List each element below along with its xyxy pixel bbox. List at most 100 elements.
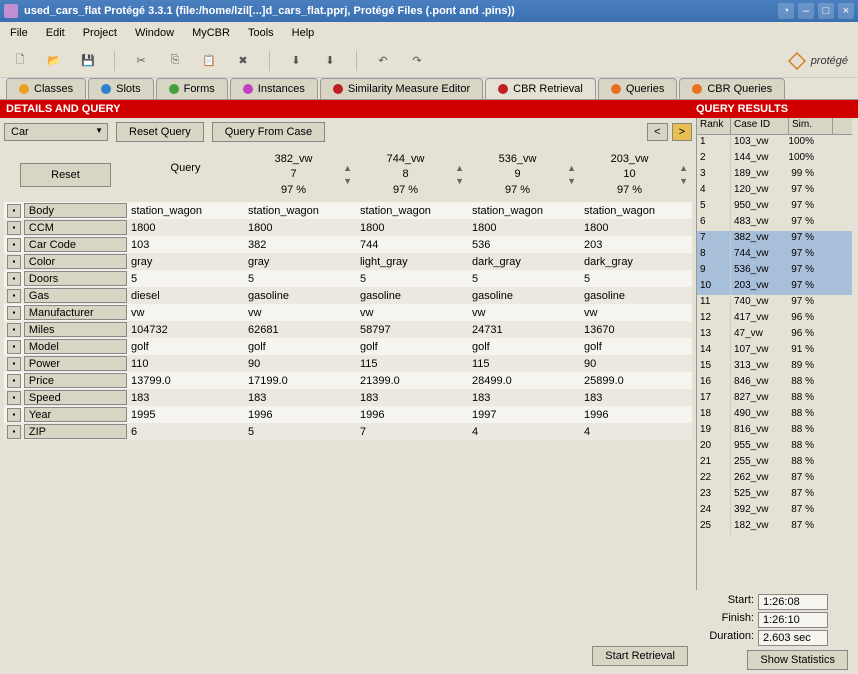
delete-icon[interactable]: ✖: [233, 51, 253, 71]
attr-name[interactable]: Gas: [24, 288, 127, 303]
cell[interactable]: 183: [127, 392, 244, 404]
cell[interactable]: dark_gray: [580, 256, 692, 268]
cell[interactable]: 5: [356, 273, 468, 285]
cell[interactable]: 744: [356, 239, 468, 251]
menu-mycbr[interactable]: MyCBR: [192, 27, 230, 39]
row-toggle-icon[interactable]: ▪: [7, 289, 21, 303]
cell[interactable]: 17199.0: [244, 375, 356, 387]
attr-name[interactable]: Model: [24, 339, 127, 354]
result-row[interactable]: 1347_vw96 %: [697, 327, 852, 343]
cell[interactable]: 13670: [580, 324, 692, 336]
attr-name[interactable]: Car Code: [24, 237, 127, 252]
tab-forms[interactable]: Forms: [156, 78, 228, 99]
cell[interactable]: 183: [356, 392, 468, 404]
cell[interactable]: 1995: [127, 409, 244, 421]
result-row[interactable]: 1103_vw100%: [697, 135, 852, 151]
cell[interactable]: 4: [468, 426, 580, 438]
tab-classes[interactable]: Classes: [6, 78, 86, 99]
row-toggle-icon[interactable]: ▪: [7, 323, 21, 337]
cell[interactable]: 5: [580, 273, 692, 285]
result-row[interactable]: 18490_vw88 %: [697, 407, 852, 423]
attr-name[interactable]: Manufacturer: [24, 305, 127, 320]
cell[interactable]: 1800: [580, 222, 692, 234]
close-button[interactable]: ×: [838, 3, 854, 19]
result-row[interactable]: 25182_vw87 %: [697, 519, 852, 535]
cut-icon[interactable]: ✂: [131, 51, 151, 71]
archive-icon[interactable]: ⬇: [286, 51, 306, 71]
cell[interactable]: vw: [468, 307, 580, 319]
reset-query-button[interactable]: Reset Query: [116, 122, 204, 142]
cell[interactable]: gasoline: [468, 290, 580, 302]
start-retrieval-button[interactable]: Start Retrieval: [592, 646, 688, 666]
menu-project[interactable]: Project: [83, 27, 117, 39]
cell[interactable]: golf: [127, 341, 244, 353]
tab-cbr-queries[interactable]: CBR Queries: [679, 78, 785, 99]
cell[interactable]: 25899.0: [580, 375, 692, 387]
row-toggle-icon[interactable]: ▪: [7, 255, 21, 269]
result-row[interactable]: 6483_vw97 %: [697, 215, 852, 231]
attr-name[interactable]: Price: [24, 373, 127, 388]
cell[interactable]: 21399.0: [356, 375, 468, 387]
sort-icon[interactable]: ▲▼: [679, 162, 688, 187]
result-row[interactable]: 15313_vw89 %: [697, 359, 852, 375]
cell[interactable]: station_wagon: [244, 205, 356, 217]
cell[interactable]: vw: [580, 307, 692, 319]
cell[interactable]: 1996: [580, 409, 692, 421]
cell[interactable]: gray: [127, 256, 244, 268]
attr-name[interactable]: Doors: [24, 271, 127, 286]
cell[interactable]: 1800: [356, 222, 468, 234]
cell[interactable]: 90: [580, 358, 692, 370]
save-icon[interactable]: 💾: [78, 51, 98, 71]
cell[interactable]: 110: [127, 358, 244, 370]
result-row[interactable]: 12417_vw96 %: [697, 311, 852, 327]
cell[interactable]: 382: [244, 239, 356, 251]
result-row[interactable]: 14107_vw91 %: [697, 343, 852, 359]
open-icon[interactable]: 📂: [44, 51, 64, 71]
row-toggle-icon[interactable]: ▪: [7, 357, 21, 371]
prev-button[interactable]: <: [647, 123, 667, 141]
results-body[interactable]: 1103_vw100%2144_vw100%3189_vw99 %4120_vw…: [697, 135, 852, 590]
maximize-button[interactable]: □: [818, 3, 834, 19]
attr-name[interactable]: Year: [24, 407, 127, 422]
attr-name[interactable]: Speed: [24, 390, 127, 405]
undo-icon[interactable]: ↶: [373, 51, 393, 71]
cell[interactable]: 13799.0: [127, 375, 244, 387]
result-row[interactable]: 8744_vw97 %: [697, 247, 852, 263]
row-toggle-icon[interactable]: ▪: [7, 391, 21, 405]
result-row[interactable]: 7382_vw97 %: [697, 231, 852, 247]
menu-edit[interactable]: Edit: [46, 27, 65, 39]
result-row[interactable]: 16846_vw88 %: [697, 375, 852, 391]
tab-slots[interactable]: Slots: [88, 78, 153, 99]
cell[interactable]: 7: [356, 426, 468, 438]
result-row[interactable]: 10203_vw97 %: [697, 279, 852, 295]
menu-help[interactable]: Help: [292, 27, 315, 39]
result-row[interactable]: 2144_vw100%: [697, 151, 852, 167]
result-row[interactable]: 19816_vw88 %: [697, 423, 852, 439]
class-combo[interactable]: Car: [4, 123, 108, 141]
row-toggle-icon[interactable]: ▪: [7, 238, 21, 252]
cell[interactable]: 1996: [356, 409, 468, 421]
cell[interactable]: 5: [244, 426, 356, 438]
cell[interactable]: 4: [580, 426, 692, 438]
redo-icon[interactable]: ↷: [407, 51, 427, 71]
rank-header[interactable]: Rank: [697, 118, 731, 134]
cell[interactable]: station_wagon: [580, 205, 692, 217]
result-row[interactable]: 5950_vw97 %: [697, 199, 852, 215]
cell[interactable]: station_wagon: [127, 205, 244, 217]
window-extra-button[interactable]: ◔: [778, 3, 794, 19]
cell[interactable]: 28499.0: [468, 375, 580, 387]
result-row[interactable]: 9536_vw97 %: [697, 263, 852, 279]
cell[interactable]: gasoline: [356, 290, 468, 302]
caseid-header[interactable]: Case ID: [731, 118, 789, 134]
attr-name[interactable]: ZIP: [24, 424, 127, 439]
result-row[interactable]: 22262_vw87 %: [697, 471, 852, 487]
cell[interactable]: 183: [580, 392, 692, 404]
tab-instances[interactable]: Instances: [230, 78, 318, 99]
cell[interactable]: 1800: [244, 222, 356, 234]
cell[interactable]: golf: [580, 341, 692, 353]
row-toggle-icon[interactable]: ▪: [7, 204, 21, 218]
cell[interactable]: light_gray: [356, 256, 468, 268]
sort-icon[interactable]: ▲▼: [567, 162, 576, 187]
row-toggle-icon[interactable]: ▪: [7, 221, 21, 235]
sort-icon[interactable]: ▲▼: [343, 162, 352, 187]
